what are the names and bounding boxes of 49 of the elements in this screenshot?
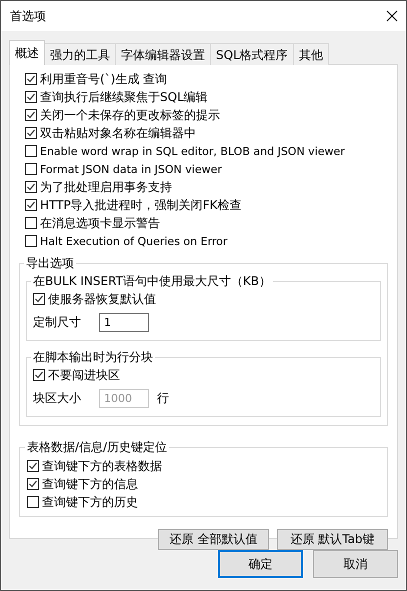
tab[interactable]: 字体编辑器设置 <box>115 43 211 65</box>
group-title: 表格数据/信息/历史键定位 <box>26 439 168 456</box>
checkbox[interactable] <box>25 199 37 211</box>
tab[interactable]: SQL格式程序 <box>210 43 294 65</box>
tab[interactable]: 其他 <box>292 43 329 65</box>
checkbox-label[interactable]: 查询键下方的历史 <box>42 494 138 510</box>
restore-button[interactable]: 还原 全部默认值 <box>158 529 269 550</box>
checkbox[interactable] <box>25 181 37 193</box>
field-label: 块区大小 <box>33 390 82 407</box>
checkbox[interactable] <box>25 217 37 229</box>
input-field[interactable]: 1 <box>99 313 149 332</box>
checkbox-label[interactable]: HTTP导入批进程时，强制关闭FK检查 <box>40 196 242 214</box>
checkbox[interactable] <box>33 369 45 381</box>
checkbox-label[interactable]: Enable word wrap in SQL editor, BLOB and JSON viewer <box>40 144 345 158</box>
checkbox[interactable] <box>33 293 45 305</box>
checkbox[interactable] <box>25 91 37 103</box>
checkbox[interactable] <box>27 478 39 490</box>
checkbox[interactable] <box>27 496 39 508</box>
tab[interactable]: 概述 <box>9 40 45 65</box>
group-title: 在BULK INSERT语句中使用最大尺寸（KB） <box>32 273 272 290</box>
checkbox[interactable] <box>25 109 37 121</box>
field-label: 定制尺寸 <box>33 314 82 331</box>
dialog-button[interactable]: 确定 <box>218 550 303 578</box>
group-title: 导出选项 <box>25 255 75 272</box>
checkbox[interactable] <box>25 235 37 247</box>
dialog-button[interactable]: 取消 <box>313 550 398 578</box>
checkbox[interactable] <box>27 460 39 472</box>
checkbox[interactable] <box>25 145 37 157</box>
restore-button[interactable]: 还原 默认Tab键 <box>277 529 388 550</box>
checkbox-label[interactable]: Halt Execution of Queries on Error <box>40 234 228 248</box>
checkbox-label[interactable]: 查询执行后继续聚焦于SQL编辑 <box>40 88 208 106</box>
checkbox-label[interactable]: 为了批处理启用事务支持 <box>40 178 172 196</box>
checkbox-label[interactable]: 利用重音号(`)生成 查询 <box>40 70 168 88</box>
checkbox-label[interactable]: 不要闯进块区 <box>48 366 120 384</box>
checkbox-label[interactable]: Format JSON data in JSON viewer <box>40 162 222 176</box>
group-title: 在脚本输出时为行分块 <box>32 349 154 366</box>
tab[interactable]: 强力的工具 <box>44 43 116 65</box>
window-title: 首选项 <box>10 8 46 24</box>
checkbox-label[interactable]: 查询键下方的表格数据 <box>42 458 162 474</box>
checkbox-label[interactable]: 使服务器恢复默认值 <box>48 290 156 308</box>
checkbox-label[interactable]: 关闭一个未保存的更改标签的提示 <box>40 106 220 124</box>
close-icon[interactable] <box>386 10 398 22</box>
checkbox-label[interactable]: 在消息选项卡显示警告 <box>40 214 160 232</box>
checkbox[interactable] <box>25 163 37 175</box>
checkbox-label[interactable]: 查询键下方的信息 <box>42 476 138 492</box>
checkbox-label[interactable]: 双击粘贴对象名称在编辑器中 <box>40 124 196 142</box>
unit-label: 行 <box>157 390 169 407</box>
checkbox[interactable] <box>25 127 37 139</box>
checkbox[interactable] <box>25 73 37 85</box>
